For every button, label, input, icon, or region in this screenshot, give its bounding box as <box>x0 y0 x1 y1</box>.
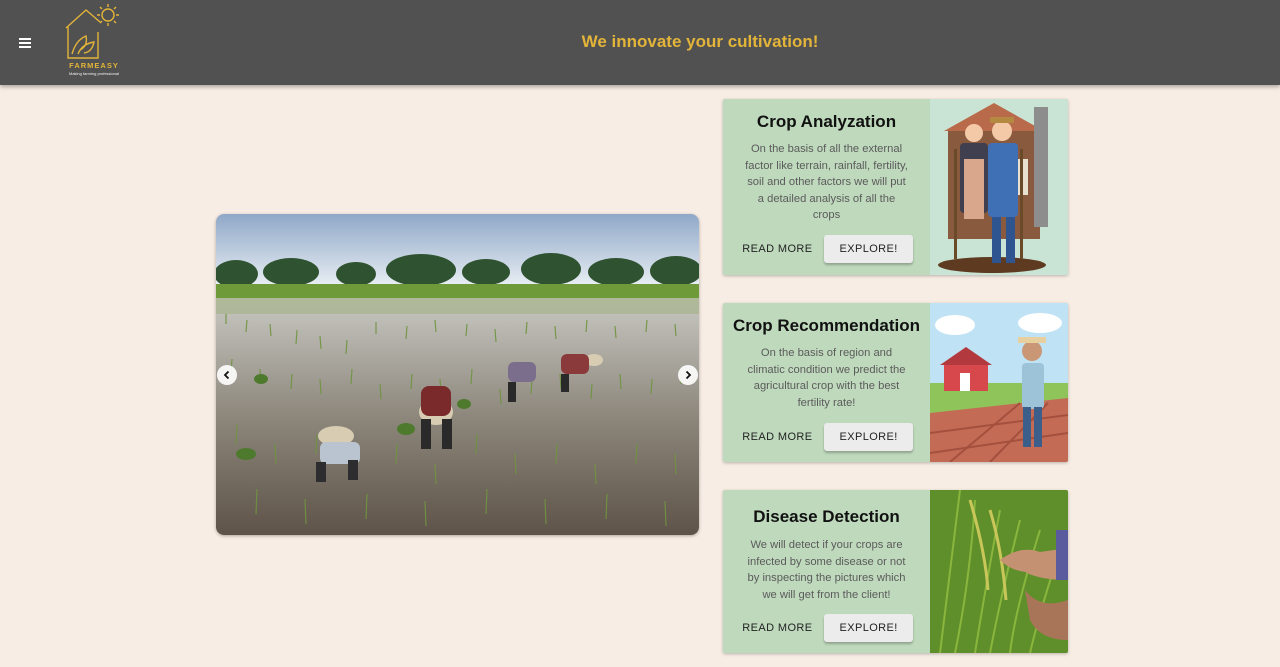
card-title: Crop Recommendation <box>732 316 921 335</box>
farmer-field-illustration <box>930 303 1068 462</box>
logo-tagline: Making farming professional <box>68 71 120 76</box>
menu-icon[interactable] <box>14 32 36 54</box>
farmer-couple-illustration <box>930 99 1068 275</box>
explore-button[interactable]: EXPLORE! <box>824 614 913 642</box>
chevron-left-icon[interactable] <box>217 365 237 385</box>
card-description: We will detect if your crops are infecte… <box>747 539 906 601</box>
explore-button[interactable]: EXPLORE! <box>824 423 913 451</box>
card-crop-recommendation: Crop Recommendation On the basis of regi… <box>723 303 1068 462</box>
house-leaf-icon <box>65 4 119 59</box>
card-title: Crop Analyzation <box>756 112 897 131</box>
explore-button[interactable]: EXPLORE! <box>824 235 913 263</box>
card-crop-analyzation: Crop Analyzation On the basis of all the… <box>723 99 1068 275</box>
farmeasy-logo[interactable]: FARMEASY Making farming professional <box>56 2 132 80</box>
image-carousel[interactable] <box>216 214 699 535</box>
app-bar: FARMEASY Making farming professional We … <box>0 0 1280 85</box>
card-disease-detection: Disease Detection We will detect if your… <box>723 490 1068 653</box>
card-description: On the basis of all the external factor … <box>745 143 908 221</box>
read-more-button[interactable]: READ MORE <box>740 235 814 263</box>
card-title: Disease Detection <box>753 507 900 526</box>
rice-field-image <box>216 214 699 535</box>
logo-name: FARMEASY <box>69 61 119 70</box>
read-more-button[interactable]: READ MORE <box>740 614 814 642</box>
page-tagline: We innovate your cultivation! <box>581 32 819 51</box>
read-more-button[interactable]: READ MORE <box>740 423 814 451</box>
rice-plant-photo <box>930 490 1068 653</box>
card-description: On the basis of region and climatic cond… <box>747 347 906 409</box>
chevron-right-icon[interactable] <box>678 365 698 385</box>
